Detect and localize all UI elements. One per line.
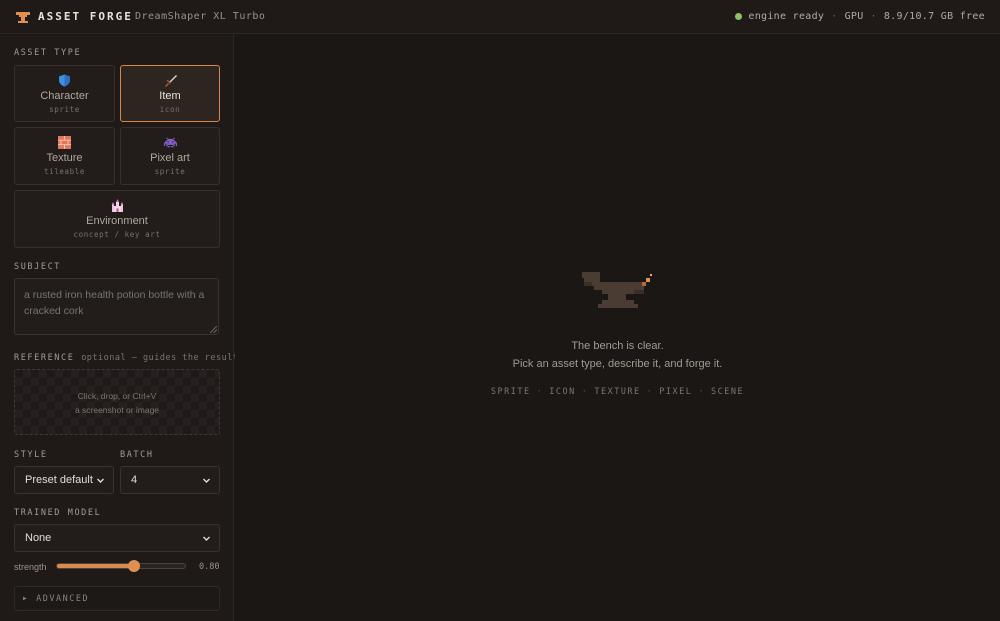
- reference-dropzone[interactable]: Click, drop, or Ctrl+V a screenshot or i…: [14, 369, 220, 435]
- asset-type-label: ASSET TYPE: [14, 48, 82, 58]
- anvil-logo-icon: [16, 12, 30, 23]
- asset-type-sub: sprite: [49, 105, 80, 114]
- chevron-down-icon: [97, 478, 104, 483]
- separator: ·: [581, 387, 589, 397]
- asset-kinds-list: SPRITE · ICON · TEXTURE · PIXEL · SCENE: [235, 387, 1000, 397]
- separator: ·: [646, 387, 654, 397]
- strength-slider-fill: [57, 564, 134, 568]
- asset-kind: ICON: [549, 387, 576, 397]
- shield-icon: [59, 74, 70, 87]
- app-title: ASSET FORGE: [38, 10, 133, 23]
- asset-type-environment[interactable]: Environment concept / key art: [14, 190, 220, 248]
- engine-status-text: engine ready: [748, 11, 825, 22]
- subject-input[interactable]: [14, 278, 219, 335]
- asset-kind: SPRITE: [490, 387, 531, 397]
- caret-right-icon: ▶: [23, 595, 29, 602]
- batch-select[interactable]: 4: [120, 466, 220, 494]
- reference-label: REFERENCE optional — guides the result: [14, 353, 238, 363]
- asset-kind: TEXTURE: [594, 387, 641, 397]
- resize-grip-icon[interactable]: [210, 326, 217, 333]
- empty-state-subtitle: Pick an asset type, describe it, and for…: [512, 358, 723, 370]
- chevron-down-icon: [203, 478, 210, 483]
- asset-type-name: Texture: [46, 152, 83, 164]
- castle-icon: [111, 199, 123, 212]
- dropzone-line-1: Click, drop, or Ctrl+V: [77, 391, 157, 401]
- asset-type-sub: tileable: [44, 167, 85, 176]
- separator: ·: [698, 387, 706, 397]
- asset-type-item[interactable]: Item icon: [120, 65, 220, 122]
- style-select[interactable]: Preset default: [14, 466, 114, 494]
- trained-model-label: TRAINED MODEL: [14, 508, 102, 518]
- asset-type-name: Pixel art: [150, 152, 190, 164]
- strength-value: 0.80: [199, 562, 220, 572]
- dagger-icon: [164, 75, 177, 87]
- asset-type-pixel-art[interactable]: Pixel art sprite: [120, 127, 220, 185]
- asset-type-texture[interactable]: Texture tileable: [14, 127, 115, 185]
- batch-select-value: 4: [131, 474, 138, 486]
- asset-type-name: Environment: [86, 215, 148, 227]
- gpu-label: GPU: [844, 11, 864, 22]
- engine-status: engine ready · GPU · 8.9/10.7 GB free: [735, 11, 985, 22]
- reference-title: REFERENCE: [14, 353, 75, 363]
- style-label: STYLE: [14, 450, 48, 460]
- batch-label: BATCH: [120, 450, 154, 460]
- trained-model-value: None: [25, 532, 52, 544]
- asset-type-sub: icon: [159, 105, 181, 114]
- asset-type-name: Character: [40, 90, 89, 102]
- chevron-down-icon: [203, 536, 210, 541]
- asset-type-sub: sprite: [154, 167, 186, 176]
- space-invader-icon: [163, 137, 177, 148]
- dropzone-line-2: a screenshot or image: [74, 405, 160, 415]
- strength-slider[interactable]: [56, 560, 186, 572]
- asset-type-name: Item: [159, 90, 181, 102]
- main-canvas: The bench is clear. Pick an asset type, …: [235, 35, 1000, 621]
- model-name: DreamShaper XL Turbo: [135, 11, 266, 22]
- strength-label: strength: [14, 562, 47, 572]
- separator: ·: [536, 387, 544, 397]
- gpu-memory: 8.9/10.7 GB free: [883, 11, 985, 22]
- asset-kind: SCENE: [711, 387, 745, 397]
- strength-slider-thumb[interactable]: [127, 560, 140, 572]
- brick-icon: [58, 136, 71, 149]
- asset-type-sub: concept / key art: [73, 230, 161, 239]
- trained-model-select[interactable]: None: [14, 524, 220, 552]
- status-dot-icon: [735, 13, 743, 20]
- asset-kind: PIXEL: [659, 387, 693, 397]
- anvil-icon: [582, 272, 652, 308]
- top-bar: ASSET FORGE DreamShaper XL Turbo engine …: [0, 0, 1000, 34]
- separator: ·: [831, 11, 838, 22]
- asset-type-character[interactable]: Character sprite: [14, 65, 115, 122]
- advanced-toggle[interactable]: ▶ ADVANCED: [14, 586, 220, 611]
- reference-hint: optional — guides the result: [81, 353, 239, 363]
- subject-label: SUBJECT: [14, 262, 62, 272]
- empty-state-title: The bench is clear.: [571, 340, 664, 352]
- separator: ·: [870, 11, 877, 22]
- style-select-value: Preset default: [25, 474, 93, 486]
- advanced-label: ADVANCED: [36, 593, 90, 604]
